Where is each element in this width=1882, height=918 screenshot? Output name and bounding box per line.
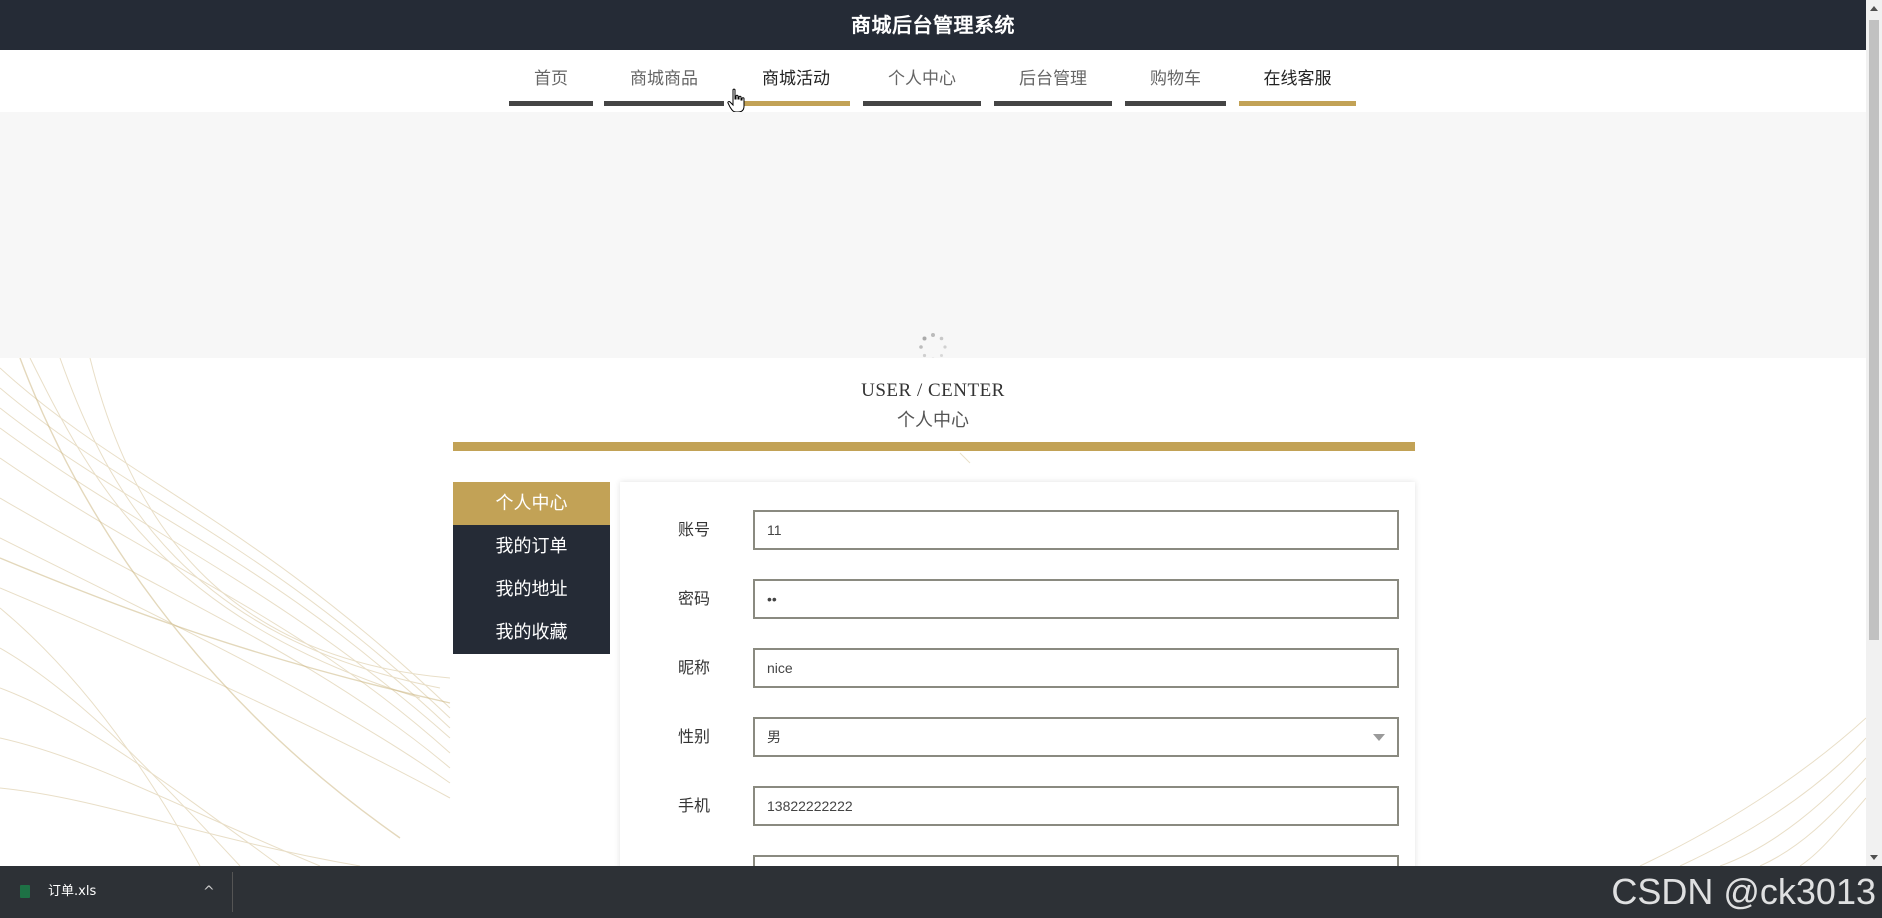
- phone-label: 手机: [678, 796, 711, 815]
- nav-item-home[interactable]: 首页: [509, 66, 593, 106]
- form-row-nickname: 昵称 nice: [620, 648, 1415, 688]
- nav-item-label: 商城商品: [630, 69, 698, 89]
- nav-underline: [604, 101, 724, 106]
- next-field-input[interactable]: [753, 855, 1399, 866]
- nav-item-label: 购物车: [1150, 69, 1201, 89]
- nav-item-cart[interactable]: 购物车: [1125, 66, 1226, 106]
- sidebar-item-my-address[interactable]: 我的地址: [453, 568, 610, 611]
- nav-underline: [509, 101, 593, 106]
- form-row-gender: 性别 男: [620, 717, 1415, 757]
- form-row-next: [620, 855, 1415, 866]
- sidebar-item-my-orders[interactable]: 我的订单: [453, 525, 610, 568]
- download-bar: 订单.xls ^ CSDN @ck3013: [0, 866, 1882, 918]
- nav-item-activities[interactable]: 商城活动: [742, 66, 850, 106]
- download-item[interactable]: 订单.xls ^: [18, 866, 228, 918]
- password-input[interactable]: ••: [753, 579, 1399, 619]
- form-row-phone: 手机 13822222222: [620, 786, 1415, 826]
- scrollbar-thumb[interactable]: [1869, 20, 1879, 640]
- section-title-en: USER / CENTER: [861, 380, 1005, 401]
- hand-cursor-icon: [727, 88, 745, 113]
- nav-underline: [742, 101, 850, 106]
- watermark: CSDN @ck3013: [1611, 871, 1876, 912]
- nickname-input[interactable]: nice: [753, 648, 1399, 688]
- section-divider: [453, 442, 1415, 451]
- gender-select[interactable]: 男: [753, 717, 1399, 757]
- nav-item-label: 后台管理: [1019, 69, 1087, 89]
- password-label: 密码: [678, 589, 711, 608]
- account-input[interactable]: 11: [753, 510, 1399, 550]
- chevron-down-icon[interactable]: [1373, 734, 1385, 741]
- profile-form: 账号 11 密码 •• 昵称 nice 性别 男 手机 13822222222: [620, 482, 1415, 866]
- scroll-up-arrow-icon[interactable]: [1870, 6, 1878, 11]
- nav-item-label: 首页: [534, 69, 568, 89]
- nav-underline: [1125, 101, 1226, 106]
- form-row-account: 账号 11: [620, 510, 1415, 550]
- user-sidebar: 个人中心 我的订单 我的地址 我的收藏: [453, 482, 610, 866]
- download-file-name[interactable]: 订单.xls: [48, 866, 96, 918]
- app-title: 商城后台管理系统: [851, 13, 1015, 37]
- gender-selected-value: 男: [767, 729, 781, 745]
- account-label: 账号: [678, 520, 711, 539]
- excel-file-icon: [20, 885, 30, 898]
- nav-item-label: 个人中心: [888, 69, 956, 89]
- section-title-cn: 个人中心: [897, 410, 969, 430]
- gender-label: 性别: [678, 727, 711, 746]
- nav-item-support[interactable]: 在线客服: [1239, 66, 1356, 106]
- main-nav: 首页 商城商品 商城活动 个人中心 后台管理 购物车 在线客服: [0, 50, 1866, 112]
- nav-item-products[interactable]: 商城商品: [604, 66, 724, 106]
- chevron-up-icon[interactable]: ^: [203, 866, 215, 918]
- download-separator: [232, 872, 233, 912]
- app-header: 商城后台管理系统: [0, 0, 1866, 50]
- nav-underline: [994, 101, 1112, 106]
- nav-underline: [863, 101, 981, 106]
- nav-item-label: 商城活动: [762, 69, 830, 89]
- sidebar-item-user-center[interactable]: 个人中心: [453, 482, 610, 525]
- nav-item-label: 在线客服: [1263, 69, 1332, 89]
- phone-input[interactable]: 13822222222: [753, 786, 1399, 826]
- banner-carousel: [0, 112, 1866, 361]
- nav-item-user-center[interactable]: 个人中心: [863, 66, 981, 106]
- page-scrollbar[interactable]: [1866, 0, 1882, 866]
- form-row-password: 密码 ••: [620, 579, 1415, 619]
- nav-underline: [1239, 101, 1356, 106]
- nav-item-admin[interactable]: 后台管理: [994, 66, 1112, 106]
- nickname-label: 昵称: [678, 658, 711, 677]
- user-center-section: USER / CENTER 个人中心 个人中心 我的订单 我的地址 我的收藏 账…: [0, 358, 1866, 866]
- sidebar-item-my-favorites[interactable]: 我的收藏: [453, 611, 610, 654]
- scroll-down-arrow-icon[interactable]: [1870, 855, 1878, 860]
